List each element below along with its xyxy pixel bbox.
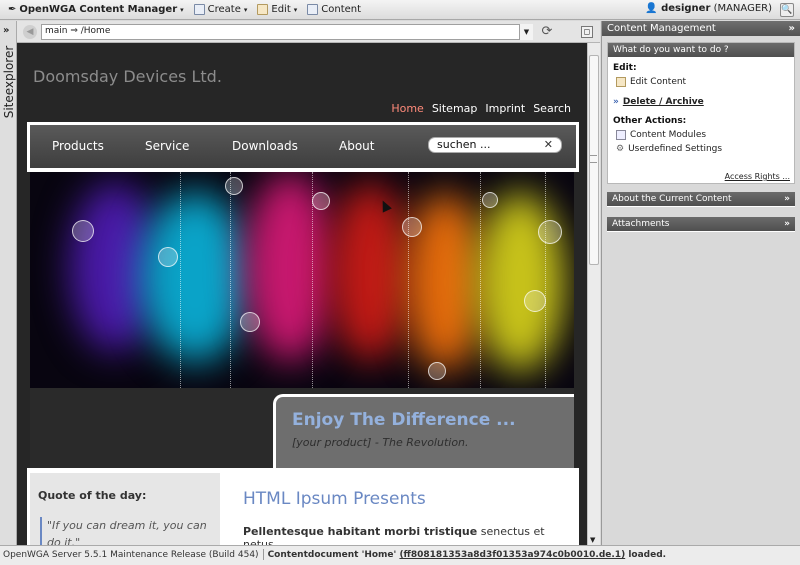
address-bar: ◀ main ⇒ /Home ▼ ⟳ ◻ <box>17 21 600 43</box>
site-title: Doomsday Devices Ltd. <box>33 67 222 86</box>
topnav-sitemap[interactable]: Sitemap <box>432 102 478 115</box>
modules-icon <box>616 130 626 140</box>
content-icon <box>307 4 319 15</box>
content-modules-label: Content Modules <box>630 130 707 140</box>
status-bar: OpenWGA Server 5.5.1 Maintenance Release… <box>0 545 800 565</box>
expand-icon[interactable]: » <box>3 25 9 36</box>
actions-box: What do you want to do ? Edit: Edit Cont… <box>607 42 795 184</box>
delete-archive-label: Delete / Archive <box>622 97 704 107</box>
chevron-down-icon: ▾ <box>243 5 248 14</box>
collapse-icon[interactable]: » <box>789 21 795 36</box>
top-nav: Home Sitemap Imprint Search <box>391 102 571 115</box>
status-separator <box>262 549 264 560</box>
status-message-suffix: loaded. <box>625 550 667 560</box>
gear-icon: ⚙ <box>616 144 625 154</box>
back-icon[interactable]: ◀ <box>23 25 37 39</box>
content-modules-link[interactable]: Content Modules <box>616 130 794 140</box>
edit-content-link[interactable]: Edit Content <box>616 77 794 87</box>
nav-products[interactable]: Products <box>52 139 104 153</box>
topnav-imprint[interactable]: Imprint <box>485 102 525 115</box>
content-viewport: Doomsday Devices Ltd. Home Sitemap Impri… <box>17 43 587 545</box>
userdefined-settings-link[interactable]: ⚙ Userdefined Settings <box>616 144 794 154</box>
top-toolbar: ✒ OpenWGA Content Manager ▾ Create ▾ Edi… <box>0 0 800 20</box>
preview-icon[interactable]: ◻ <box>581 26 593 38</box>
expand-icon: » <box>784 219 790 229</box>
about-current-header[interactable]: About the Current Content » <box>607 192 795 206</box>
article-paragraph: Pellentesque habitant morbi tristique se… <box>243 525 573 545</box>
scrollbar-grip <box>590 155 597 163</box>
edit-label: Edit <box>271 4 291 15</box>
siteexplorer-collapsed[interactable]: » Siteexplorer <box>0 21 17 545</box>
actions-title: What do you want to do ? <box>613 45 729 55</box>
address-field[interactable]: main ⇒ /Home <box>41 24 533 40</box>
user-role: (MANAGER) <box>713 3 772 14</box>
about-current-label: About the Current Content <box>612 194 732 204</box>
chevron-down-icon: ▾ <box>293 5 298 14</box>
address-dropdown-icon[interactable]: ▼ <box>519 24 533 40</box>
edit-icon <box>257 4 269 15</box>
refresh-icon[interactable]: ⟳ <box>539 24 555 40</box>
app-menu[interactable]: ✒ OpenWGA Content Manager ▾ <box>0 4 184 15</box>
attachments-header[interactable]: Attachments » <box>607 217 795 231</box>
brush-icon: ✒ <box>8 4 17 15</box>
content-key-link[interactable]: (ff808181353a8d3f01353a974c0b0010.de.1) <box>399 550 625 560</box>
scroll-down-icon[interactable]: ▼ <box>590 536 595 544</box>
create-label: Create <box>207 4 241 15</box>
user-icon: 👤 <box>645 3 658 14</box>
double-arrow-icon: » <box>613 97 619 107</box>
topnav-search[interactable]: Search <box>533 102 571 115</box>
search-input[interactable]: suchen ... ✕ <box>428 137 562 153</box>
address-value: main ⇒ /Home <box>45 26 111 36</box>
attachments-section[interactable]: Attachments » <box>607 217 795 232</box>
quote-text: "If you can dream it, you can do it." <box>40 517 212 545</box>
nav-downloads[interactable]: Downloads <box>232 139 298 153</box>
article-bold: Pellentesque habitant morbi tristique <box>243 525 478 538</box>
actions-header: What do you want to do ? <box>608 43 794 57</box>
userdefined-label: Userdefined Settings <box>628 144 723 154</box>
quote-box: Quote of the day: "If you can dream it, … <box>30 473 220 545</box>
panel-header: Content Management » <box>602 21 800 36</box>
topnav-home[interactable]: Home <box>391 102 423 115</box>
tagline-title: Enjoy The Difference ... <box>292 410 516 430</box>
article-heading: HTML Ipsum Presents <box>243 489 426 509</box>
quote-heading: Quote of the day: <box>38 489 147 502</box>
tagline-box: Enjoy The Difference ... [your product] … <box>273 394 574 468</box>
create-menu[interactable]: Create ▾ <box>193 4 248 15</box>
user-name: designer <box>661 3 711 14</box>
attachments-label: Attachments <box>612 219 670 229</box>
panel-title: Content Management <box>607 23 716 34</box>
content-label: Content <box>321 4 362 15</box>
tagline-area: Enjoy The Difference ... [your product] … <box>30 388 574 468</box>
hero-image <box>30 172 574 388</box>
edit-content-label: Edit Content <box>630 77 687 87</box>
content-menu[interactable]: Content <box>307 4 361 15</box>
page-scrollbar[interactable]: ▼ <box>587 43 600 545</box>
app-menu-label: OpenWGA Content Manager <box>19 4 178 15</box>
nav-service[interactable]: Service <box>145 139 189 153</box>
about-current-content-section[interactable]: About the Current Content » <box>607 192 795 207</box>
other-actions-label: Other Actions: <box>613 116 687 126</box>
tagline-subtitle: [your product] - The Revolution. <box>292 436 469 449</box>
content-management-panel: Content Management » What do you want to… <box>601 21 800 545</box>
chevron-down-icon: ▾ <box>180 5 184 14</box>
server-version: OpenWGA Server 5.5.1 Maintenance Release… <box>3 550 259 560</box>
nav-about[interactable]: About <box>339 139 374 153</box>
edit-section-label: Edit: <box>613 63 637 73</box>
access-rights-link[interactable]: Access Rights ... <box>725 172 790 181</box>
edit-menu[interactable]: Edit ▾ <box>257 4 297 15</box>
search-value: suchen ... <box>437 138 491 151</box>
create-icon <box>193 4 205 15</box>
expand-icon: » <box>784 194 790 204</box>
delete-archive-link[interactable]: » Delete / Archive <box>613 97 794 107</box>
pencil-icon <box>616 77 626 87</box>
status-message: Contentdocument 'Home' <box>267 550 400 560</box>
search-icon[interactable]: 🔍 <box>780 3 794 17</box>
page-content: Quote of the day: "If you can dream it, … <box>27 468 579 545</box>
user-info[interactable]: 👤 designer (MANAGER) <box>645 3 772 14</box>
clear-icon[interactable]: ✕ <box>544 138 553 152</box>
siteexplorer-label: Siteexplorer <box>2 45 16 119</box>
main-nav: Products Service Downloads About suchen … <box>27 122 579 168</box>
